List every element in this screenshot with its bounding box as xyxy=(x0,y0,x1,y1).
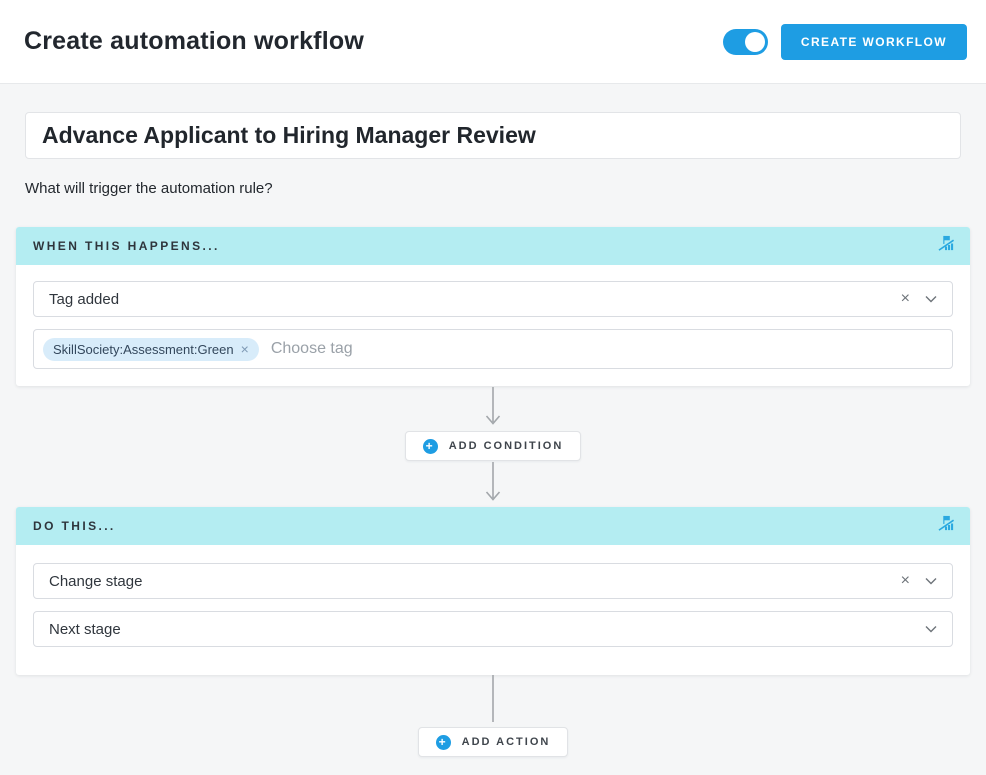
create-workflow-button[interactable]: CREATE WORKFLOW xyxy=(781,24,967,60)
toggle-knob xyxy=(745,32,765,52)
workflow-editor: What will trigger the automation rule? W… xyxy=(0,84,986,775)
clear-trigger-icon[interactable]: × xyxy=(901,291,910,307)
flow-arrow-down xyxy=(484,386,502,431)
plus-icon: + xyxy=(423,439,438,454)
when-section-body: Tag added × SkillSociety:Assessment:Gree… xyxy=(16,265,970,386)
top-bar: Create automation workflow CREATE WORKFL… xyxy=(0,0,986,84)
do-section-body: Change stage × Next stage xyxy=(16,545,970,675)
stage-select[interactable]: Next stage xyxy=(33,611,953,647)
trigger-select-value: Tag added xyxy=(49,291,901,308)
do-section-header: DO THIS... xyxy=(16,507,970,545)
do-section-card: DO THIS... Change stage × xyxy=(16,507,970,675)
trigger-question-label: What will trigger the automation rule? xyxy=(25,180,961,197)
when-section-title: WHEN THIS HAPPENS... xyxy=(33,239,938,253)
chevron-down-icon[interactable] xyxy=(925,572,937,590)
add-condition-label: ADD CONDITION xyxy=(449,440,564,452)
workflow-name-input[interactable] xyxy=(25,112,961,159)
do-section-title: DO THIS... xyxy=(33,519,938,533)
choose-tag-input[interactable] xyxy=(271,340,943,358)
workflow-enabled-toggle[interactable] xyxy=(723,29,768,55)
flow-line xyxy=(484,675,502,727)
flow-arrow-down xyxy=(484,461,502,507)
add-action-label: ADD ACTION xyxy=(462,736,551,748)
page-title: Create automation workflow xyxy=(24,27,723,56)
tag-chip-label: SkillSociety:Assessment:Green xyxy=(53,342,234,357)
remove-tag-icon[interactable]: × xyxy=(241,342,249,356)
tag-chip: SkillSociety:Assessment:Green × xyxy=(43,338,259,361)
plus-icon: + xyxy=(436,735,451,750)
when-section-header: WHEN THIS HAPPENS... xyxy=(16,227,970,265)
add-condition-button[interactable]: + ADD CONDITION xyxy=(405,431,582,461)
action-select[interactable]: Change stage × xyxy=(33,563,953,599)
clear-action-icon[interactable]: × xyxy=(901,573,910,589)
automation-icon xyxy=(938,515,955,537)
trigger-select[interactable]: Tag added × xyxy=(33,281,953,317)
when-section-card: WHEN THIS HAPPENS... Tag added xyxy=(16,227,970,386)
tag-field[interactable]: SkillSociety:Assessment:Green × xyxy=(33,329,953,369)
automation-icon xyxy=(938,235,955,257)
chevron-down-icon[interactable] xyxy=(925,620,937,638)
add-action-button[interactable]: + ADD ACTION xyxy=(418,727,569,757)
stage-select-value: Next stage xyxy=(49,621,925,638)
action-select-value: Change stage xyxy=(49,573,901,590)
chevron-down-icon[interactable] xyxy=(925,290,937,308)
